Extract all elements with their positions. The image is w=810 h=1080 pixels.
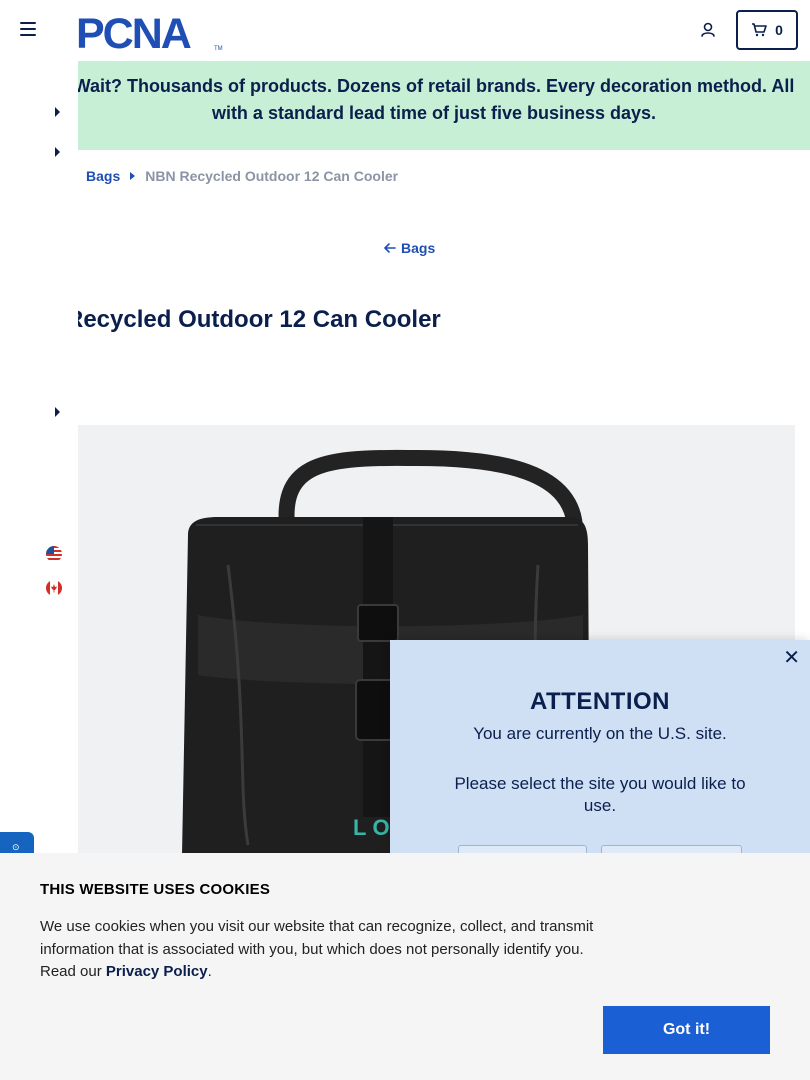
- breadcrumb: Bags NBN Recycled Outdoor 12 Can Cooler: [86, 168, 398, 184]
- page-title-wrap: Recycled Outdoor 12 Can Cooler: [78, 306, 678, 342]
- back-to-bags-link[interactable]: Bags: [384, 240, 435, 256]
- back-link-label: Bags: [401, 240, 436, 256]
- left-rail: [0, 60, 78, 853]
- site-header: PCNA TM 0: [0, 0, 810, 60]
- banner-text: Wait? Thousands of products. Dozens of r…: [78, 76, 795, 123]
- expand-caret-icon[interactable]: [55, 407, 60, 417]
- attention-title: ATTENTION: [529, 688, 671, 715]
- arrow-left-icon: [384, 243, 396, 253]
- us-flag-icon[interactable]: [46, 546, 62, 562]
- expand-caret-icon[interactable]: [55, 107, 60, 117]
- cart-count: 0: [775, 22, 783, 38]
- breadcrumb-separator-icon: [130, 172, 136, 180]
- promo-banner: Wait? Thousands of products. Dozens of r…: [78, 61, 810, 150]
- menu-icon[interactable]: [20, 22, 36, 36]
- feedback-tab[interactable]: ⊙: [0, 832, 34, 854]
- cookie-body: We use cookies when you visit our websit…: [40, 916, 600, 984]
- cart-button[interactable]: 0: [736, 10, 798, 50]
- breadcrumb-bags[interactable]: Bags: [86, 168, 120, 184]
- svg-text:TM: TM: [214, 46, 223, 52]
- cookie-title: THIS WEBSITE USES COOKIES: [40, 881, 271, 898]
- cookie-period: .: [207, 963, 212, 980]
- select-us-site-button[interactable]: [458, 845, 587, 853]
- logo-text: PCNA: [76, 10, 191, 52]
- expand-caret-icon[interactable]: [55, 147, 60, 157]
- account-icon[interactable]: [699, 21, 717, 39]
- breadcrumb-current: NBN Recycled Outdoor 12 Can Cooler: [145, 168, 399, 184]
- site-select-modal: ✕ ATTENTION You are currently on the U.S…: [390, 640, 810, 853]
- privacy-policy-link[interactable]: Privacy Policy: [106, 963, 208, 980]
- attention-instruction: Please select the site you would like to…: [454, 774, 746, 815]
- close-icon[interactable]: ✕: [783, 648, 800, 668]
- page-title: Recycled Outdoor 12 Can Cooler: [78, 306, 441, 333]
- cart-icon: [752, 23, 767, 37]
- pcna-logo[interactable]: PCNA TM: [76, 10, 224, 52]
- attention-current-site: You are currently on the U.S. site.: [473, 724, 727, 743]
- select-canada-site-button[interactable]: [601, 845, 742, 853]
- canada-flag-icon[interactable]: [46, 580, 62, 596]
- got-it-button[interactable]: Got it!: [603, 1006, 770, 1054]
- cookie-banner: THIS WEBSITE USES COOKIES We use cookies…: [0, 853, 810, 1080]
